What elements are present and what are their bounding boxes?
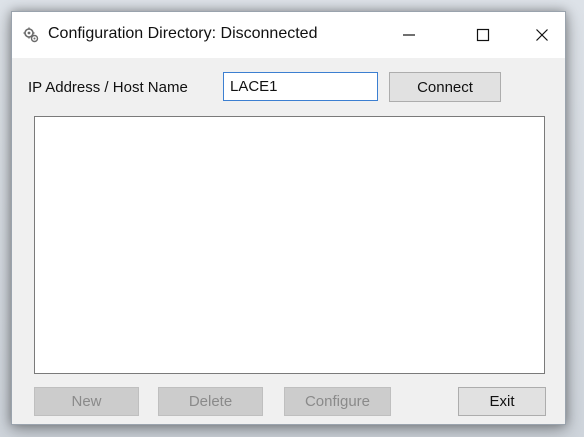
desktop-background: Configuration Directory: Disconnected IP…	[0, 0, 584, 437]
close-icon	[536, 29, 548, 41]
configuration-directory-window: Configuration Directory: Disconnected IP…	[11, 11, 566, 425]
connect-button[interactable]: Connect	[389, 72, 501, 102]
delete-button[interactable]: Delete	[158, 387, 263, 416]
maximize-button[interactable]	[460, 12, 506, 58]
host-name-label: IP Address / Host Name	[28, 79, 188, 96]
exit-button[interactable]: Exit	[458, 387, 546, 416]
minimize-button[interactable]	[386, 12, 432, 58]
window-title: Configuration Directory: Disconnected	[48, 25, 318, 42]
title-bar[interactable]: Configuration Directory: Disconnected	[12, 12, 565, 58]
host-name-input[interactable]	[223, 72, 378, 101]
new-button[interactable]: New	[34, 387, 139, 416]
gears-icon	[23, 27, 39, 43]
maximize-icon	[476, 28, 490, 42]
minimize-icon	[403, 34, 415, 36]
close-button[interactable]	[519, 12, 565, 58]
configure-button[interactable]: Configure	[284, 387, 391, 416]
configuration-list[interactable]	[34, 116, 545, 374]
